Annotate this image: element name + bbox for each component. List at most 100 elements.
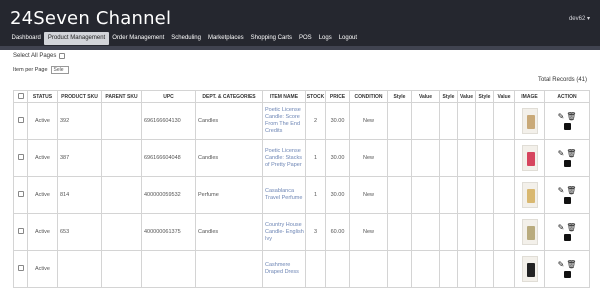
nav-item-scheduling[interactable]: Scheduling bbox=[168, 32, 205, 45]
attr-cell bbox=[387, 102, 412, 140]
parent-sku-cell bbox=[101, 250, 142, 288]
edit-icon[interactable]: ✎ bbox=[558, 223, 565, 232]
attr-cell bbox=[475, 213, 494, 251]
nav-item-pos[interactable]: POS bbox=[296, 32, 316, 45]
attr-cell bbox=[411, 250, 440, 288]
column-header: STOCK bbox=[305, 90, 326, 103]
action-group: ✎ 🗑 bbox=[546, 260, 589, 278]
attr-cell bbox=[457, 250, 476, 288]
row-checkbox[interactable] bbox=[17, 154, 24, 160]
price-cell: 30.00 bbox=[325, 102, 350, 140]
action-cell: ✎ 🗑 bbox=[544, 250, 590, 288]
attr-cell bbox=[475, 139, 494, 177]
product-image[interactable] bbox=[521, 256, 538, 282]
nav-item-order-management[interactable]: Order Management bbox=[109, 32, 168, 45]
edit-icon[interactable]: ✎ bbox=[558, 186, 565, 195]
row-select[interactable] bbox=[13, 213, 28, 251]
row-select[interactable] bbox=[13, 176, 28, 214]
dept-cell: Candles bbox=[195, 213, 263, 251]
item-name-link[interactable]: Poetic License Candle: Stacks of Pretty … bbox=[262, 139, 306, 177]
product-image-fill bbox=[526, 189, 535, 203]
nav-item-product-management[interactable]: Product Management bbox=[44, 31, 109, 45]
row-checkbox[interactable] bbox=[17, 117, 24, 123]
item-name-link[interactable]: Casablanca Travel Perfume bbox=[262, 176, 306, 214]
attr-cell bbox=[475, 250, 494, 288]
attr-cell bbox=[387, 250, 412, 288]
nav-item-shopping-carts[interactable]: Shopping Carts bbox=[247, 32, 295, 45]
action-row: ✎ 🗑 bbox=[558, 112, 577, 121]
upc-cell: 400000061375 bbox=[141, 213, 196, 251]
product-image[interactable] bbox=[521, 108, 538, 134]
edit-icon[interactable]: ✎ bbox=[558, 149, 565, 158]
item-name-link[interactable]: Country House Candle- English Ivy bbox=[262, 213, 306, 251]
image-cell bbox=[514, 139, 545, 177]
attr-cell bbox=[411, 139, 440, 177]
column-header: ACTION bbox=[544, 90, 590, 103]
stock-cell: 1 bbox=[305, 176, 326, 214]
image-cell bbox=[514, 213, 545, 251]
table-row: Active 814 400000059532 Perfume Casablanca T… bbox=[13, 176, 590, 214]
condition-cell bbox=[349, 250, 388, 288]
per-page-select[interactable]: Sele bbox=[50, 66, 69, 74]
archive-icon[interactable] bbox=[563, 270, 571, 278]
price-cell: 30.00 bbox=[325, 176, 350, 214]
row-select[interactable] bbox=[13, 102, 28, 140]
row-checkbox[interactable] bbox=[17, 228, 24, 234]
action-cell: ✎ 🗑 bbox=[544, 102, 590, 140]
product-image[interactable] bbox=[521, 219, 538, 245]
attr-cell bbox=[411, 213, 440, 251]
header-select-checkbox[interactable] bbox=[13, 90, 28, 103]
archive-icon[interactable] bbox=[563, 233, 571, 241]
dept-cell: Candles bbox=[195, 139, 263, 177]
item-name-link[interactable]: Cashmere Draped Dress bbox=[262, 250, 306, 288]
trash-icon[interactable]: 🗑 bbox=[566, 112, 576, 121]
column-header: PRODUCT SKU bbox=[57, 90, 102, 103]
dept-cell bbox=[195, 250, 263, 288]
attr-cell bbox=[387, 213, 412, 251]
main-nav: Dashboard Product Management Order Managem… bbox=[8, 31, 361, 45]
nav-item-logout[interactable]: Logout bbox=[335, 32, 360, 45]
column-header: Value bbox=[411, 90, 440, 103]
product-image[interactable] bbox=[521, 182, 538, 208]
archive-icon[interactable] bbox=[563, 159, 571, 167]
image-cell bbox=[514, 250, 545, 288]
edit-icon[interactable]: ✎ bbox=[558, 112, 565, 121]
user-menu[interactable]: dev62 ▾ bbox=[569, 15, 590, 22]
trash-icon[interactable]: 🗑 bbox=[566, 223, 576, 232]
select-all-pages[interactable]: Select All Pages bbox=[13, 53, 66, 59]
trash-icon[interactable]: 🗑 bbox=[566, 186, 576, 195]
image-cell bbox=[514, 176, 545, 214]
column-header: IMAGE bbox=[514, 90, 545, 103]
edit-icon[interactable]: ✎ bbox=[558, 260, 565, 269]
parent-sku-cell bbox=[101, 213, 142, 251]
product-image[interactable] bbox=[521, 145, 538, 171]
condition-cell: New bbox=[349, 139, 388, 177]
status-cell: Active bbox=[27, 250, 58, 288]
header-checkbox[interactable] bbox=[17, 92, 24, 99]
column-header: CONDITION bbox=[349, 90, 388, 103]
archive-icon[interactable] bbox=[563, 122, 571, 130]
column-header: UPC bbox=[141, 90, 196, 103]
attr-cell bbox=[387, 176, 412, 214]
attr-cell bbox=[457, 139, 476, 177]
attr-cell bbox=[439, 250, 458, 288]
nav-item-dashboard[interactable]: Dashboard bbox=[8, 32, 44, 45]
select-all-checkbox[interactable] bbox=[59, 53, 66, 59]
archive-icon[interactable] bbox=[563, 196, 571, 204]
row-select[interactable] bbox=[13, 250, 28, 288]
row-checkbox[interactable] bbox=[17, 265, 24, 271]
item-name-link[interactable]: Poetic License Candle: Score From The En… bbox=[262, 102, 306, 140]
trash-icon[interactable]: 🗑 bbox=[566, 260, 576, 269]
row-checkbox[interactable] bbox=[17, 191, 24, 197]
row-select[interactable] bbox=[13, 139, 28, 177]
attr-cell bbox=[457, 102, 476, 140]
nav-item-marketplaces[interactable]: Marketplaces bbox=[204, 32, 247, 45]
sku-cell: 387 bbox=[57, 139, 102, 177]
table-row: Active Cashmere Draped Dress ✎ 🗑 bbox=[13, 250, 590, 288]
product-image-fill bbox=[526, 152, 535, 166]
nav-item-logs[interactable]: Logs bbox=[315, 32, 335, 45]
trash-icon[interactable]: 🗑 bbox=[566, 149, 576, 158]
table-row: Active 653 400000061375 Candles Country Hous… bbox=[13, 213, 590, 251]
upc-cell bbox=[141, 250, 196, 288]
attr-cell bbox=[457, 176, 476, 214]
